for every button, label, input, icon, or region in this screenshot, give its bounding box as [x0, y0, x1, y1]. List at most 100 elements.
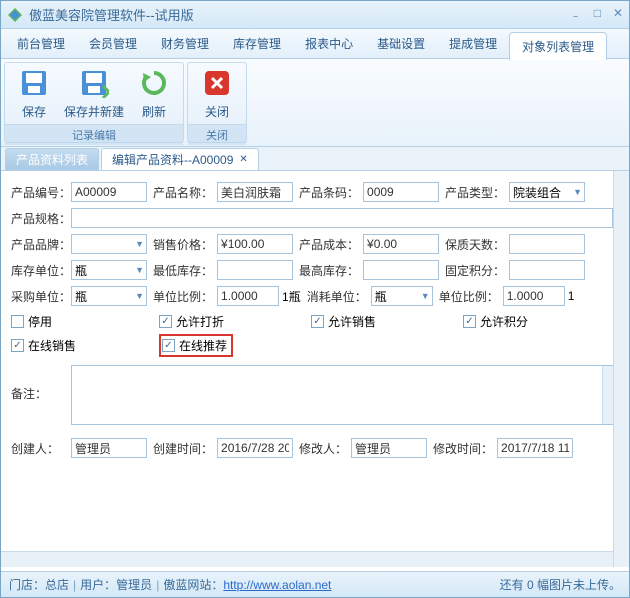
label-create-time: 创建时间： [153, 440, 213, 457]
refresh-button[interactable]: 刷新 [129, 67, 179, 120]
input-fixed-points[interactable] [509, 260, 585, 280]
checkbox-online-recommend[interactable]: ✓在线推荐 [162, 337, 227, 354]
menu-item-object-list[interactable]: 对象列表管理 [509, 32, 607, 60]
chevron-down-icon: ▼ [135, 239, 144, 249]
checkbox-icon: ✓ [159, 315, 172, 328]
title-bar: 傲蓝美容院管理软件--试用版 ﹣ □ ✕ [1, 1, 629, 29]
form-scrollbar-vertical[interactable] [613, 171, 629, 567]
save-new-icon [78, 67, 110, 99]
label-sale-price: 销售价格： [153, 236, 213, 253]
input-product-code[interactable] [71, 182, 147, 202]
select-product-brand[interactable]: ▼ [71, 234, 147, 254]
label-creator: 创建人： [11, 440, 67, 457]
input-sale-price[interactable] [217, 234, 293, 254]
checkbox-online-sale[interactable]: ✓在线销售 [11, 337, 159, 354]
chevron-down-icon: ▼ [135, 291, 144, 301]
save-icon [18, 67, 50, 99]
status-user-label: 用户： [80, 576, 116, 593]
input-unit-ratio2[interactable] [503, 286, 565, 306]
checkbox-allow-sale[interactable]: ✓允许销售 [311, 313, 463, 330]
window-buttons: ﹣ □ ✕ [570, 6, 623, 23]
label-product-spec: 产品规格： [11, 210, 67, 227]
menu-item-stock[interactable]: 库存管理 [221, 29, 293, 58]
chevron-down-icon: ▼ [573, 187, 582, 197]
tab-close-icon[interactable]: ✕ [239, 154, 247, 165]
ribbon-group-label-edit: 记录编辑 [5, 124, 183, 145]
checkbox-allow-discount[interactable]: ✓允许打折 [159, 313, 311, 330]
menu-bar: 前台管理 会员管理 财务管理 库存管理 报表中心 基础设置 提成管理 对象列表管… [1, 29, 629, 59]
highlighted-checkbox-wrapper: ✓在线推荐 [159, 334, 233, 357]
close-button[interactable]: 关闭 [192, 67, 242, 120]
select-stock-unit[interactable]: 瓶▼ [71, 260, 147, 280]
label-max-stock: 最高库存： [299, 262, 359, 279]
save-button[interactable]: 保存 [9, 67, 59, 120]
label-product-type: 产品类型： [445, 184, 505, 201]
input-max-stock[interactable] [363, 260, 439, 280]
checkbox-icon: ✓ [311, 315, 324, 328]
label-unit-ratio2: 单位比例： [439, 288, 499, 305]
status-site-link[interactable]: http://www.aolan.net [223, 578, 331, 592]
maximize-button[interactable]: □ [594, 6, 601, 23]
ribbon-group-label-close: 关闭 [188, 124, 246, 145]
select-purchase-unit[interactable]: 瓶▼ [71, 286, 147, 306]
form-scrollbar-horizontal[interactable] [1, 551, 613, 567]
input-shelf-days[interactable] [509, 234, 585, 254]
menu-item-basic[interactable]: 基础设置 [365, 29, 437, 58]
menu-item-finance[interactable]: 财务管理 [149, 29, 221, 58]
checkbox-icon: ✓ [11, 339, 24, 352]
label-stock-unit: 库存单位： [11, 262, 67, 279]
menu-item-report[interactable]: 报表中心 [293, 29, 365, 58]
tab-edit-product[interactable]: 编辑产品资料--A00009✕ [101, 148, 259, 170]
menu-item-commission[interactable]: 提成管理 [437, 29, 509, 58]
input-create-time [217, 438, 293, 458]
status-site-label: 傲蓝网站： [163, 576, 223, 593]
input-modifier [351, 438, 427, 458]
checkbox-disabled[interactable]: ✓停用 [11, 313, 159, 330]
label-min-stock: 最低库存： [153, 262, 213, 279]
label-product-cost: 产品成本： [299, 236, 359, 253]
checkbox-icon: ✓ [463, 315, 476, 328]
label-fixed-points: 固定积分： [445, 262, 505, 279]
tab-product-list[interactable]: 产品资料列表 [5, 148, 99, 170]
label-product-barcode: 产品条码： [299, 184, 359, 201]
refresh-icon [138, 67, 170, 99]
save-and-new-button[interactable]: 保存并新建 [63, 67, 125, 120]
ratio-suffix2: 1 [568, 289, 575, 303]
checkbox-icon: ✓ [11, 315, 24, 328]
close-window-button[interactable]: ✕ [613, 6, 623, 23]
input-creator [71, 438, 147, 458]
label-notes: 备注： [11, 365, 67, 402]
label-shelf-days: 保质天数： [445, 236, 505, 253]
label-purchase-unit: 采购单位： [11, 288, 67, 305]
ribbon-group-close: 关闭 关闭 [187, 62, 247, 143]
label-consume-unit: 消耗单位： [307, 288, 367, 305]
input-product-barcode[interactable] [363, 182, 439, 202]
label-unit-ratio1: 单位比例： [153, 288, 213, 305]
menu-item-member[interactable]: 会员管理 [77, 29, 149, 58]
input-min-stock[interactable] [217, 260, 293, 280]
input-product-name[interactable] [217, 182, 293, 202]
checkbox-allow-points[interactable]: ✓允许积分 [463, 313, 528, 330]
label-modifier: 修改人： [299, 440, 347, 457]
select-consume-unit[interactable]: 瓶▼ [371, 286, 433, 306]
ribbon-group-edit: 保存 保存并新建 刷新 记录编辑 [4, 62, 184, 143]
minimize-button[interactable]: ﹣ [570, 6, 582, 23]
input-product-spec[interactable] [71, 208, 613, 228]
status-store-label: 门店： [9, 576, 45, 593]
input-unit-ratio1[interactable] [217, 286, 279, 306]
window-title: 傲蓝美容院管理软件--试用版 [29, 5, 570, 24]
input-product-cost[interactable] [363, 234, 439, 254]
chevron-down-icon: ▼ [421, 291, 430, 301]
ribbon-toolbar: 保存 保存并新建 刷新 记录编辑 关闭 关闭 [1, 59, 629, 147]
document-tabs: 产品资料列表 编辑产品资料--A00009✕ [1, 147, 629, 171]
menu-item-front[interactable]: 前台管理 [5, 29, 77, 58]
select-product-type[interactable]: 院装组合▼ [509, 182, 585, 202]
textarea-notes[interactable] [71, 365, 619, 425]
status-user: 管理员 [116, 576, 152, 593]
close-icon [201, 67, 233, 99]
label-modify-time: 修改时间： [433, 440, 493, 457]
status-store: 总店 [45, 576, 69, 593]
status-bar: 门店： 总店 | 用户： 管理员 | 傲蓝网站： http://www.aola… [1, 571, 629, 597]
label-product-code: 产品编号： [11, 184, 67, 201]
status-upload-text: 还有 0 幅图片未上传。 [500, 576, 621, 593]
